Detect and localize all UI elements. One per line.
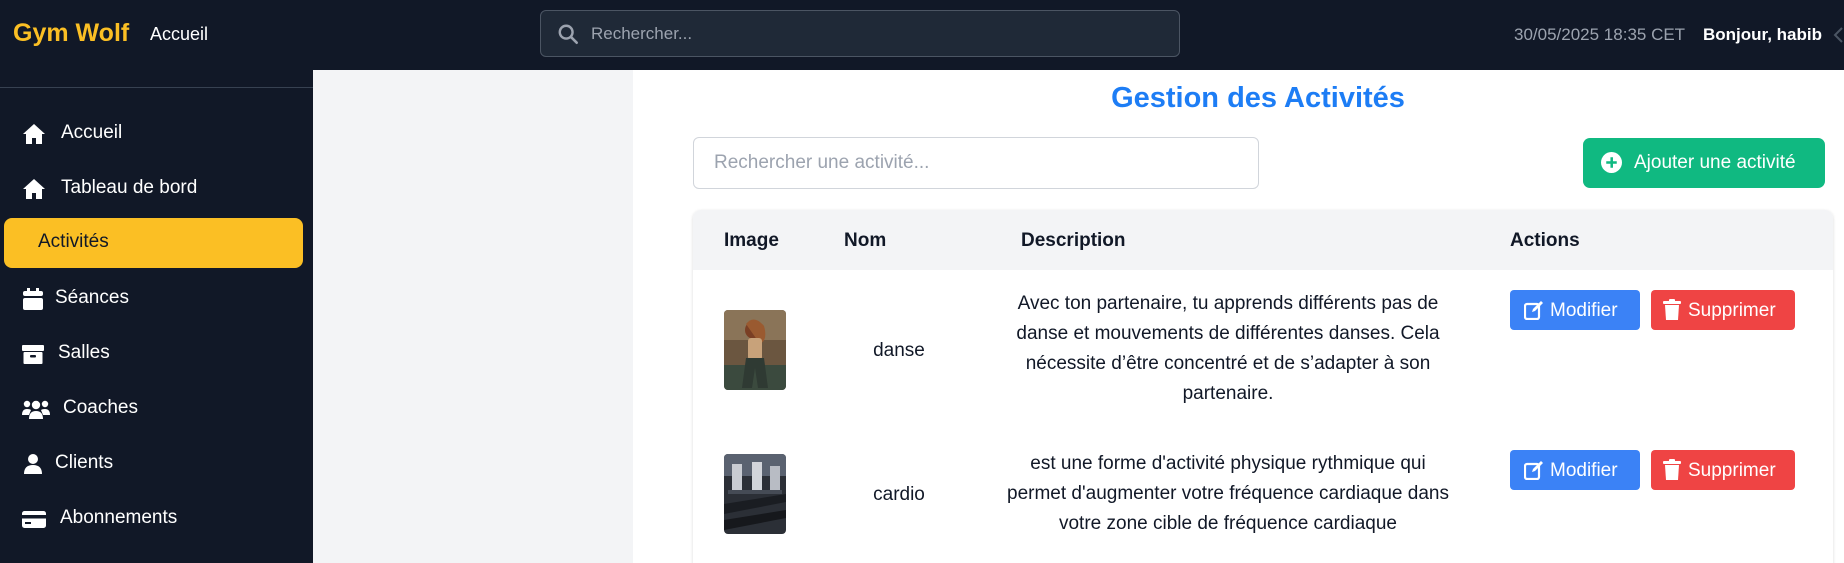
delete-label: Supprimer [1688,300,1776,321]
activity-image-danse [724,310,786,390]
sidebar-item-label: Tableau de bord [61,177,198,198]
users-icon [22,400,50,419]
home-icon [23,124,45,144]
add-activity-button[interactable]: Ajouter une activité [1583,138,1825,188]
datetime-display: 30/05/2025 18:35 CET [1514,25,1686,44]
sidebar-item-label: Accueil [61,122,123,143]
calendar-icon [23,288,43,310]
sidebar-item-coaches[interactable]: Coaches [4,384,303,434]
activity-description: est une forme d'activité physique rythmi… [1007,453,1449,534]
add-activity-label: Ajouter une activité [1634,152,1796,173]
edit-button[interactable]: Modifier [1510,450,1640,490]
delete-button[interactable]: Supprimer [1651,290,1795,330]
home-icon [23,179,45,199]
sidebar-item-tableau-de-bord[interactable]: Tableau de bord [4,164,303,214]
search-icon [558,24,578,44]
sidebar: Accueil Tableau de bord Activités Séance… [0,70,313,563]
main-panel: Gestion des Activités Ajouter une activi… [633,70,1844,563]
trash-icon [1663,299,1681,320]
activity-search-input[interactable] [693,137,1259,189]
sidebar-item-clients[interactable]: Clients [4,439,303,489]
column-header-image: Image [724,230,779,251]
column-header-actions: Actions [1510,230,1580,251]
archive-icon [22,345,44,364]
user-greeting[interactable]: Bonjour, habib [1703,25,1822,45]
sidebar-item-salles[interactable]: Salles [4,329,303,379]
user-icon [24,454,42,474]
sidebar-item-activites[interactable]: Activités [4,218,303,268]
activity-image-cardio [724,454,786,534]
home-link[interactable]: Accueil [150,24,208,45]
column-header-description: Description [1021,230,1126,251]
sidebar-item-accueil[interactable]: Accueil [4,109,303,159]
global-search[interactable] [540,10,1180,57]
edit-label: Modifier [1550,300,1618,321]
plus-circle-icon [1601,152,1622,173]
column-header-nom: Nom [844,230,887,251]
sidebar-item-label: Séances [55,287,129,308]
table-header: Image Nom Description Actions [693,210,1833,270]
brand-logo[interactable]: Gym Wolf [13,19,129,48]
activities-table: Image Nom Description Actions danse Avec… [693,210,1833,563]
sidebar-item-label: Activités [38,231,109,252]
sidebar-item-seances[interactable]: Séances [4,274,303,324]
edit-label: Modifier [1550,460,1618,481]
page-title: Gestion des Activités [1111,82,1405,114]
global-search-input[interactable] [591,11,1171,56]
credit-card-icon [22,511,46,528]
edit-icon [1524,461,1543,480]
delete-label: Supprimer [1688,460,1776,481]
sidebar-divider [0,87,313,88]
trash-icon [1663,459,1681,480]
sidebar-item-label: Coaches [63,397,138,418]
top-navbar: Gym Wolf Accueil 30/05/2025 18:35 CET Bo… [0,0,1844,70]
activity-name: danse [873,340,925,361]
delete-button[interactable]: Supprimer [1651,450,1795,490]
sidebar-item-label: Salles [58,342,110,363]
edit-icon [1524,301,1543,320]
sidebar-item-abonnements[interactable]: Abonnements [4,494,303,544]
activity-description: Avec ton partenaire, tu apprends différe… [1016,293,1440,404]
edit-button[interactable]: Modifier [1510,290,1640,330]
sidebar-item-label: Clients [55,452,114,473]
logout-icon[interactable] [1832,26,1844,44]
activity-name: cardio [873,484,925,505]
sidebar-item-label: Abonnements [60,507,178,528]
